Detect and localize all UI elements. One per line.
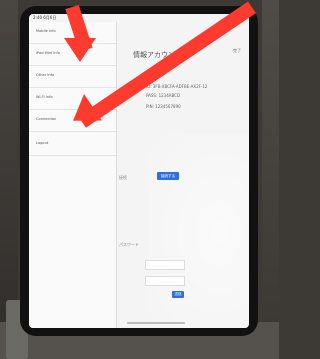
password-input[interactable]	[145, 260, 185, 270]
status-time: 2:40 6月6日	[33, 15, 57, 20]
sidebar-item-3[interactable]: Other Info	[29, 66, 116, 88]
connect-label: 接続	[119, 175, 127, 180]
sidebar-item-label: Other Info	[36, 73, 55, 77]
sidebar-item-label: Wi-Fi Info	[36, 95, 53, 99]
screen: 2:40 6月6日 63% Mobile Info iPad Mini Info…	[29, 14, 249, 328]
sidebar-item-label: Logout	[36, 141, 49, 145]
sidebar-item-6[interactable]: Logout	[29, 134, 116, 156]
red-arrowhead-left	[64, 38, 96, 62]
connect-button[interactable]: 接続する	[157, 172, 179, 180]
status-bar: 2:40 6月6日 63%	[29, 14, 249, 22]
password-confirm-input[interactable]	[145, 276, 185, 286]
password-label: パスワード	[119, 242, 139, 247]
submit-button[interactable]: 送信	[172, 291, 184, 298]
background-right	[262, 0, 279, 359]
sidebar-item-label: Connection	[36, 117, 57, 121]
sidebar: Mobile Info iPad Mini Info Other Info Wi…	[29, 22, 117, 328]
sidebar-item-label: Mobile Info	[36, 29, 56, 33]
home-indicator	[127, 322, 185, 324]
sidebar-item-label: iPad Mini Info	[36, 51, 60, 55]
screen-glare	[149, 134, 249, 328]
done-button[interactable]: 完了	[233, 48, 241, 54]
info-row-pass: PASS: 1234ABCD	[146, 93, 181, 98]
info-row-id: ID: 3FB-XBCFA-ADFBE-AX2F-12	[146, 84, 208, 89]
info-row-pin: PIN: 1234567890	[146, 104, 181, 109]
